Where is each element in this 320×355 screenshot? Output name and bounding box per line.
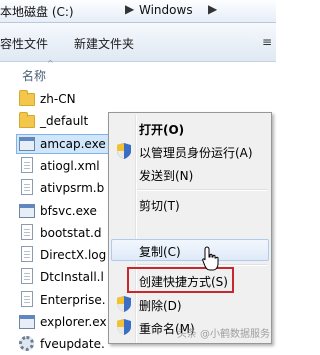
application-icon xyxy=(19,202,35,220)
gear-icon xyxy=(19,335,35,353)
file-name: DirectX.log xyxy=(40,248,107,263)
folder-icon xyxy=(19,112,35,130)
file-name: DtcInstall.l xyxy=(40,270,104,285)
menu-item-send-to[interactable]: 发送到(N) xyxy=(111,163,269,185)
breadcrumb-separator-icon[interactable]: ▶ xyxy=(208,2,217,16)
uac-shield-icon xyxy=(117,296,131,312)
menu-item-delete[interactable]: 删除(D) xyxy=(111,293,269,315)
menu-item-copy-label: 复制(C) xyxy=(139,245,181,259)
menu-item-run-as-admin-label: 以管理员身份运行(A) xyxy=(139,146,253,160)
application-icon xyxy=(19,135,35,153)
file-name: Enterprise. xyxy=(40,292,106,307)
context-menu: 打开(O) 以管理员身份运行(A) 发送到(N) 剪切(T) 复制(C) 创建快… xyxy=(108,112,272,344)
breadcrumb-separator-icon[interactable]: ▶ xyxy=(125,2,134,16)
menu-item-send-to-label: 发送到(N) xyxy=(139,169,194,183)
file-name: zh-CN xyxy=(40,92,76,106)
file-name: ativpsrm.b xyxy=(40,181,105,196)
uac-shield-icon xyxy=(117,143,131,159)
menu-item-open[interactable]: 打开(O) xyxy=(111,117,269,139)
address-bar[interactable]: 本地磁盘 (C:) ▶ Windows ▶ xyxy=(0,0,276,23)
folder-icon xyxy=(19,90,35,108)
file-name: explorer.ex xyxy=(40,315,107,329)
column-name-label[interactable]: 名称 xyxy=(22,67,46,84)
column-header[interactable]: ^ 名称 xyxy=(0,59,276,84)
menu-item-copy[interactable]: 复制(C) xyxy=(111,239,269,261)
document-icon xyxy=(19,290,35,309)
new-folder-button[interactable]: 新建文件夹 xyxy=(74,35,134,52)
breadcrumb-folder[interactable]: Windows xyxy=(139,3,193,17)
uac-shield-icon xyxy=(117,319,131,335)
menu-item-cut[interactable]: 剪切(T) xyxy=(111,193,269,215)
menu-item-run-as-admin[interactable]: 以管理员身份运行(A) xyxy=(111,140,269,162)
menu-item-open-label: 打开(O) xyxy=(139,123,185,137)
file-name: fveupdate. xyxy=(40,337,105,352)
document-icon xyxy=(19,156,35,175)
breadcrumb-drive[interactable]: 本地磁盘 (C:) xyxy=(0,3,74,20)
file-name: bootstat.d xyxy=(40,225,102,240)
toolbar: 容性文件 新建文件夹 ≡ xyxy=(0,23,276,62)
file-name: bfsvc.exe xyxy=(40,203,97,218)
sort-arrow-icon: ^ xyxy=(47,59,54,68)
file-name: atiogl.xml xyxy=(40,158,100,173)
file-name: _default xyxy=(40,114,89,129)
document-icon xyxy=(19,179,35,197)
document-icon xyxy=(19,268,35,286)
include-in-library-button[interactable]: 容性文件 xyxy=(0,35,48,52)
document-icon xyxy=(19,246,35,264)
menu-separator xyxy=(137,189,267,191)
mouse-cursor-icon xyxy=(202,246,219,271)
view-options-icon[interactable]: ≡ xyxy=(262,35,272,49)
menu-item-delete-label: 删除(D) xyxy=(139,299,182,313)
file-row[interactable]: zh-CN xyxy=(0,88,276,110)
watermark: 头条 @小鹤数据服务 xyxy=(176,329,270,340)
file-name: amcap.exe xyxy=(40,136,106,151)
document-icon xyxy=(19,223,35,242)
application-icon xyxy=(19,313,35,331)
menu-item-cut-label: 剪切(T) xyxy=(139,199,180,213)
